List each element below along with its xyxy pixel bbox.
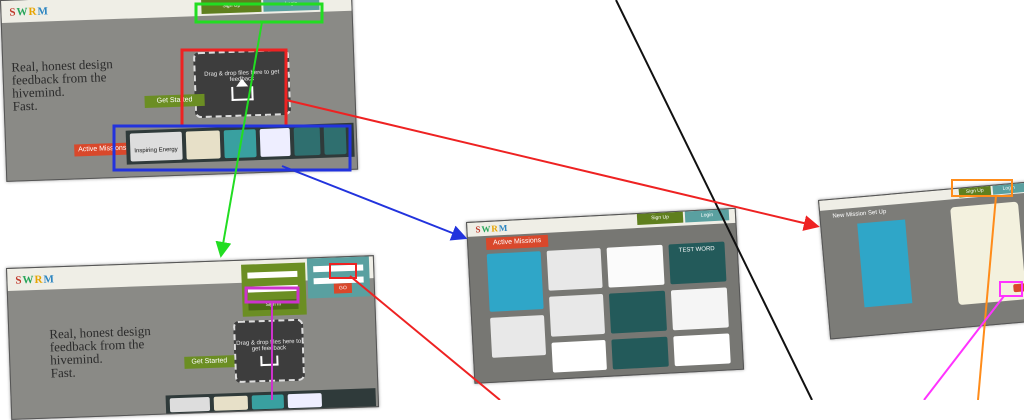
blue-highlight-box — [112, 124, 352, 172]
red-highlight-box-small — [329, 263, 357, 279]
black-connector-line — [615, 0, 813, 400]
orange-line — [977, 195, 997, 400]
magenta-highlight-box-small — [999, 281, 1023, 297]
red-arrow-2 — [349, 275, 501, 400]
blue-arrow — [281, 165, 468, 241]
green-arrow — [215, 21, 263, 258]
red-arrow — [285, 99, 820, 231]
magenta-line-right — [923, 295, 1005, 400]
magenta-highlight-box — [244, 286, 300, 304]
green-highlight-box — [194, 2, 324, 24]
orange-highlight-box — [951, 179, 1013, 197]
red-highlight-box — [180, 48, 288, 128]
annotation-layer — [112, 0, 1023, 400]
